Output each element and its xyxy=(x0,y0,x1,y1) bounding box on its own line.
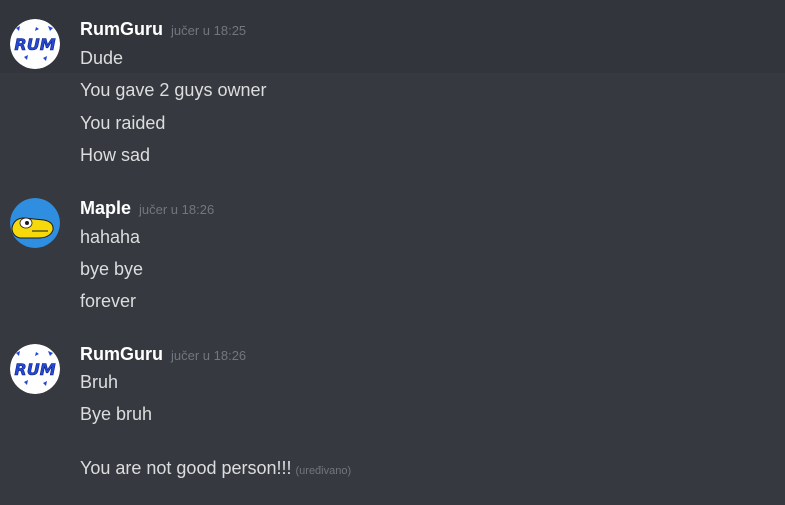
rum-logo-icon: RUM xyxy=(10,19,60,69)
message-header: Maple jučer u 18:26 xyxy=(80,198,214,219)
message-text: You gave 2 guys owner xyxy=(80,80,267,100)
message-group: RUM RumGuru jučer u 18:26 Bruh Bye bruh Y… xyxy=(0,334,785,505)
message-text: Bruh xyxy=(80,372,119,392)
message-header: RumGuru jučer u 18:26 xyxy=(80,344,246,365)
message-group: RUM RumGuru jučer u 18:25 Dude You gave 2… xyxy=(0,0,785,175)
avatar[interactable]: RUM xyxy=(10,344,60,394)
message-text: Bye bruh xyxy=(80,404,153,424)
message-header: RumGuru jučer u 18:25 xyxy=(80,19,246,40)
author-name[interactable]: RumGuru xyxy=(80,19,163,39)
author-name[interactable]: RumGuru xyxy=(80,344,163,364)
svg-text:RUM: RUM xyxy=(14,35,55,54)
message-text: How sad xyxy=(80,145,151,165)
author-name[interactable]: Maple xyxy=(80,198,131,218)
maple-avatar-icon xyxy=(10,198,60,248)
message-text-edited: You are not good person!!! (uređivano) xyxy=(80,456,351,483)
avatar[interactable] xyxy=(10,198,60,248)
avatar[interactable]: RUM xyxy=(10,19,60,69)
edited-label: (uređivano) xyxy=(295,465,352,477)
message-text: You are not good person!!! xyxy=(80,458,292,478)
chat-messages: RUM RumGuru jučer u 18:25 Dude You gave 2… xyxy=(0,0,785,505)
svg-text:RUM: RUM xyxy=(14,360,55,379)
message-text: forever xyxy=(80,291,137,311)
timestamp[interactable]: jučer u 18:26 xyxy=(171,348,246,363)
message-group: Maple jučer u 18:26 hahaha bye bye foreve… xyxy=(0,188,785,318)
timestamp[interactable]: jučer u 18:25 xyxy=(171,23,246,38)
rum-logo-icon: RUM xyxy=(10,344,60,394)
message-text: You raided xyxy=(80,113,166,133)
message-text: hahaha xyxy=(80,227,141,247)
timestamp[interactable]: jučer u 18:26 xyxy=(139,202,214,217)
message-text: Dude xyxy=(80,48,124,68)
message-text: bye bye xyxy=(80,259,144,279)
